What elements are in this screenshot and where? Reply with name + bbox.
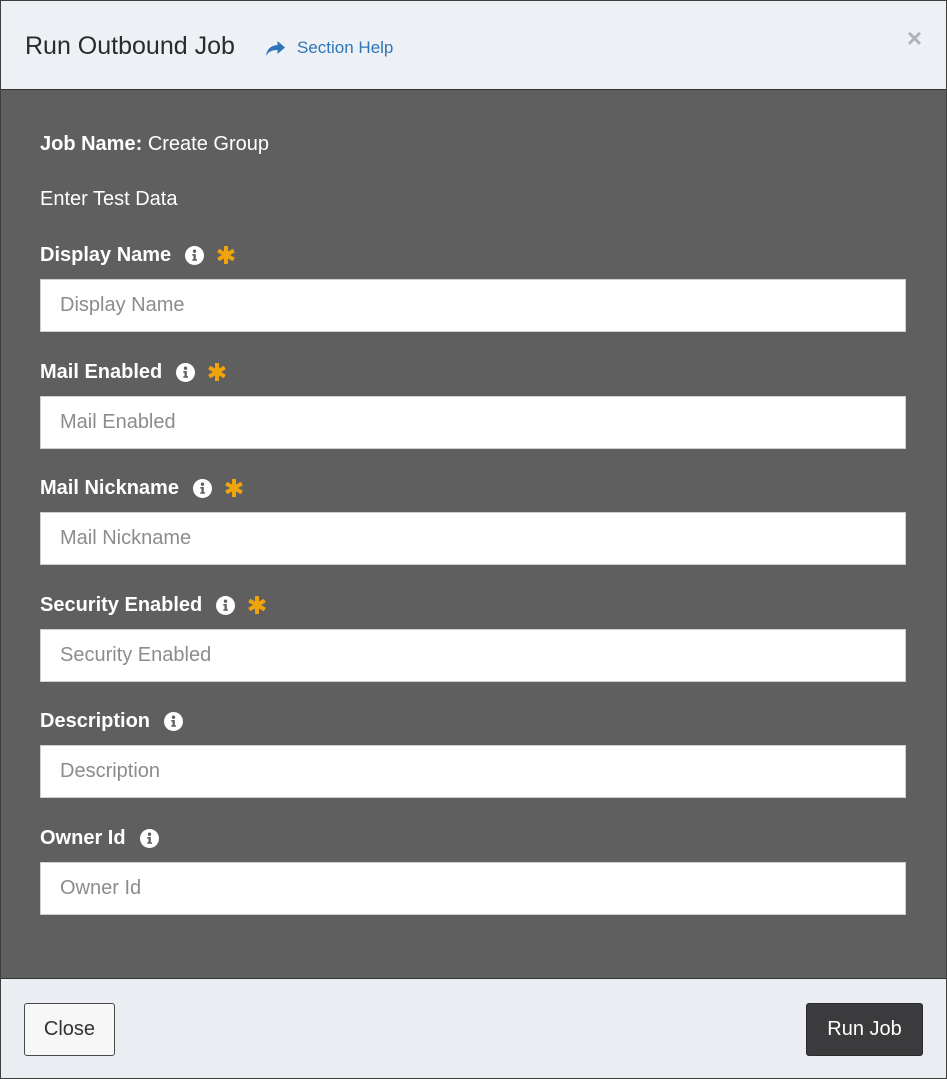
field-label-text: Security Enabled (40, 593, 203, 616)
owner-id-input[interactable] (40, 862, 906, 915)
info-circle-icon[interactable] (176, 362, 196, 382)
job-name-value: Create Group (147, 133, 269, 155)
field-description: Description (40, 708, 906, 798)
info-circle-icon[interactable] (216, 595, 236, 615)
mail-enabled-input[interactable] (40, 396, 906, 449)
field-label-text: Mail Nickname (40, 476, 179, 499)
run-job-button[interactable]: Run Job (806, 1003, 923, 1056)
test-data-heading: Enter Test Data (40, 188, 178, 210)
field-mail-enabled: Mail Enabled (40, 359, 906, 449)
asterisk-icon (207, 362, 227, 382)
field-display-name: Display Name (40, 242, 906, 332)
dialog-body: Job Name: Create Group Enter Test Data D… (1, 90, 946, 978)
field-label-text: Owner Id (40, 826, 126, 849)
close-icon[interactable]: × (907, 23, 922, 53)
close-button[interactable]: Close (24, 1003, 115, 1056)
field-label: Display Name (40, 242, 906, 268)
field-label: Security Enabled (40, 592, 906, 618)
field-label: Owner Id (40, 825, 906, 851)
job-name: Job Name: Create Group (40, 131, 269, 157)
dialog-header: Run Outbound Job Section Help × (1, 1, 946, 90)
description-input[interactable] (40, 745, 906, 798)
share-arrow-icon (265, 40, 297, 57)
info-circle-icon[interactable] (192, 478, 212, 498)
field-label-text: Display Name (40, 243, 172, 266)
field-mail-nickname: Mail Nickname (40, 475, 906, 565)
info-circle-icon[interactable] (185, 245, 205, 265)
field-owner-id: Owner Id (40, 825, 906, 915)
field-label: Mail Enabled (40, 359, 906, 385)
mail-nickname-input[interactable] (40, 512, 906, 565)
section-help-link[interactable]: Section Help (265, 35, 393, 61)
field-security-enabled: Security Enabled (40, 592, 906, 682)
field-label-text: Mail Enabled (40, 360, 163, 383)
info-circle-icon[interactable] (139, 828, 159, 848)
section-help-label: Section Help (297, 38, 394, 57)
security-enabled-input[interactable] (40, 629, 906, 682)
field-label-text: Description (40, 709, 151, 732)
dialog-footer: Close Run Job (1, 978, 946, 1078)
display-name-input[interactable] (40, 279, 906, 332)
field-label: Description (40, 708, 906, 734)
job-name-label: Job Name: (40, 133, 143, 155)
run-outbound-job-dialog: Run Outbound Job Section Help × Job Name… (0, 0, 947, 1079)
asterisk-icon (216, 245, 236, 265)
asterisk-icon (247, 595, 267, 615)
info-circle-icon[interactable] (164, 711, 184, 731)
dialog-title: Run Outbound Job (25, 32, 235, 60)
asterisk-icon (224, 478, 244, 498)
field-label: Mail Nickname (40, 475, 906, 501)
